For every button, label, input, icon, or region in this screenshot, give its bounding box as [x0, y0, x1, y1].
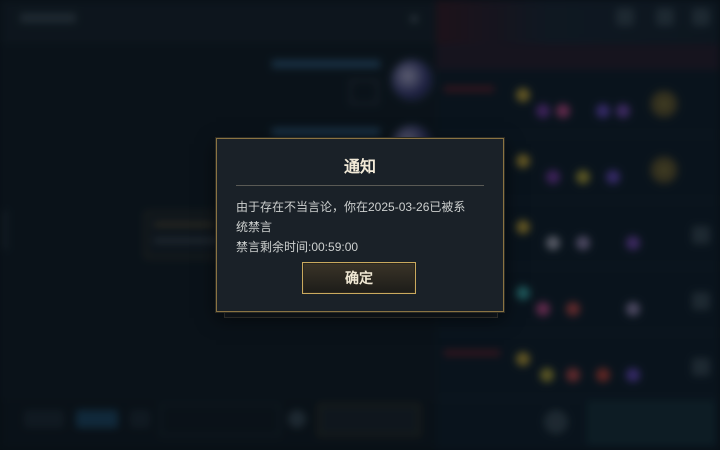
ban-remaining-time: 禁言剩余时间:00:59:00: [236, 240, 359, 254]
dialog-title: 通知: [343, 159, 376, 176]
ban-reason-text: 由于存在不当言论，你在2025-03-26已被系: [236, 200, 466, 214]
app-window: ✕ 通知 由于存在不当言论，你在2025-03-26已被系 统禁言 禁言剩余时间…: [0, 0, 720, 450]
ban-reason-text-cont: 统禁言: [236, 220, 273, 234]
dialog-divider: [236, 185, 484, 186]
notification-dialog: 通知 由于存在不当言论，你在2025-03-26已被系 统禁言 禁言剩余时间:0…: [216, 138, 504, 312]
dialog-message: 由于存在不当言论，你在2025-03-26已被系 统禁言 禁言剩余时间:00:5…: [236, 197, 488, 257]
confirm-button[interactable]: 确定: [302, 262, 416, 294]
